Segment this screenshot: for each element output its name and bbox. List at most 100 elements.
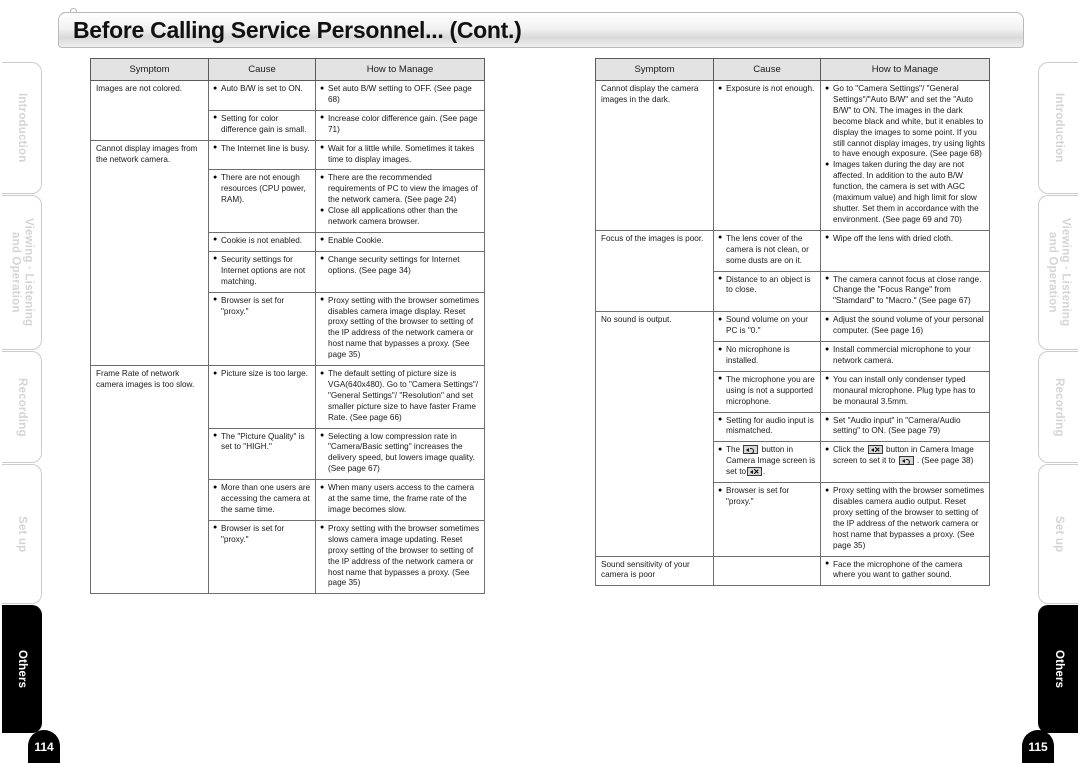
- table-header-row: Symptom Cause How to Manage: [90, 58, 485, 81]
- bullet-item: Distance to an object is to close.: [718, 274, 816, 297]
- sidebar-tab-others[interactable]: Others: [2, 605, 42, 733]
- table-header-left: Symptom Cause How to Manage: [90, 58, 485, 81]
- sidebar-tab-label: Others: [16, 649, 29, 689]
- bullet-item: You can install only condenser typed mon…: [825, 374, 985, 408]
- cause-cell: Browser is set for "proxy.": [208, 519, 316, 595]
- how-to-manage-cell: Proxy setting with the browser sometimes…: [315, 519, 485, 595]
- sidebar-tab-label: Recording: [16, 377, 29, 437]
- bullet-item: Set auto B/W setting to OFF. (See page 6…: [320, 84, 480, 106]
- column-header-cause: Cause: [208, 58, 316, 81]
- sidebar-tab-label: Recording: [1053, 377, 1066, 437]
- sidebar-tab-viewing-listening-operation[interactable]: Viewing · Listening and Operation: [1038, 195, 1078, 350]
- table-row: Cannot display the camera images in the …: [595, 80, 990, 231]
- column-header-cause: Cause: [713, 58, 821, 81]
- bullet-item: The button in Camera Image screen is set…: [718, 445, 816, 478]
- sidebar-tab-recording[interactable]: Recording: [2, 351, 42, 463]
- bullet-item: The default setting of picture size is V…: [320, 369, 480, 424]
- how-to-manage-cell: Install commercial microphone to your ne…: [820, 341, 990, 372]
- symptom-cell: Images are not colored.: [90, 80, 209, 141]
- cause-cell: Setting for color difference gain is sma…: [208, 109, 316, 141]
- how-to-manage-cell: Increase color difference gain. (See pag…: [315, 109, 485, 141]
- how-to-manage-cell: Selecting a low compression rate in "Cam…: [315, 427, 485, 481]
- bullet-item: Sound volume on your PC is "0.": [718, 315, 816, 337]
- sidebar-tab-introduction[interactable]: Introduction: [1038, 62, 1078, 194]
- column-header-symptom: Symptom: [90, 58, 209, 81]
- cause-cell: The lens cover of the camera is not clea…: [713, 229, 821, 272]
- speaker-muted-icon: [867, 445, 883, 455]
- symptom-cell: Cannot display images from the network c…: [90, 139, 209, 367]
- page-title: Before Calling Service Personnel... (Con…: [73, 17, 522, 43]
- bullet-item: Setting for color difference gain is sma…: [213, 113, 311, 136]
- sidebar-tab-others[interactable]: Others: [1038, 605, 1078, 733]
- cause-cell: More than one users are accessing the ca…: [208, 479, 316, 521]
- troubleshooting-table-right: Symptom Cause How to Manage Cannot display…: [595, 58, 990, 587]
- sidebar-tab-label: Others: [1053, 649, 1066, 689]
- column-header-how-to-manage: How to Manage: [315, 58, 485, 81]
- sidebar-tab-label: Viewing · Listening and Operation: [9, 218, 35, 327]
- bullet-item: The "Picture Quality" is set to "HIGH.": [213, 431, 311, 454]
- bullet-item: There are the recommended requirements o…: [320, 173, 480, 206]
- bullet-item: Wait for a little while. Sometimes it ta…: [320, 143, 480, 166]
- how-to-manage-cell: Wipe off the lens with dried cloth.: [820, 229, 990, 272]
- bullet-item: Go to "Camera Settings"/ "General Settin…: [825, 83, 985, 160]
- cause-cell: The Internet line is busy.: [208, 139, 316, 171]
- symptom-cell: Sound sensitivity of your camera is poor: [595, 555, 714, 587]
- cause-cell: Cookie is not enabled.: [208, 231, 316, 252]
- bullet-item: The Internet line is busy.: [213, 143, 311, 155]
- bullet-item: Enable Cookie.: [320, 235, 480, 247]
- how-to-manage-cell: Wait for a little while. Sometimes it ta…: [315, 139, 485, 171]
- cause-cell: Security settings for Internet options a…: [208, 250, 316, 293]
- how-to-manage-cell: Adjust the sound volume of your personal…: [820, 311, 990, 343]
- cause-cell: Distance to an object is to close.: [713, 270, 821, 313]
- cause-cell: No microphone is installed.: [713, 341, 821, 372]
- cause-cell: Sound volume on your PC is "0.": [713, 311, 821, 343]
- bullet-item: Face the microphone of the camera where …: [825, 559, 985, 582]
- speaker-on-icon: [743, 445, 759, 455]
- sidebar-tab-set-up[interactable]: Set up: [1038, 464, 1078, 604]
- cause-cell: The "Picture Quality" is set to "HIGH.": [208, 427, 316, 481]
- how-to-manage-cell: When many users access to the camera at …: [315, 479, 485, 521]
- sidebar-tab-viewing-listening-operation[interactable]: Viewing · Listening and Operation: [2, 195, 42, 350]
- cause-cell: The button in Camera Image screen is set…: [713, 441, 821, 484]
- bullet-item: Browser is set for "proxy.": [213, 295, 311, 318]
- how-to-manage-cell: The camera cannot focus at close range. …: [820, 270, 990, 313]
- sidebar-tab-set-up[interactable]: Set up: [2, 464, 42, 604]
- bullet-item: Exposure is not enough.: [718, 84, 816, 95]
- bullet-item: Increase color difference gain. (See pag…: [320, 113, 480, 136]
- how-to-manage-cell: You can install only condenser typed mon…: [820, 370, 990, 413]
- bullet-item: Browser is set for "proxy.": [213, 523, 311, 546]
- speaker-muted-icon: [747, 467, 763, 477]
- cause-cell: Exposure is not enough.: [713, 80, 821, 231]
- symptom-cell: Frame Rate of network camera images is t…: [90, 365, 209, 595]
- bullet-item: Adjust the sound volume of your personal…: [825, 315, 985, 337]
- bullet-item: Wipe off the lens with dried cloth.: [825, 233, 985, 245]
- table-row: Sound sensitivity of your camera is poor…: [595, 555, 990, 587]
- cause-cell: Browser is set for "proxy.": [713, 482, 821, 557]
- bullet-item: Proxy setting with the browser sometimes…: [320, 523, 480, 589]
- cause-cell: Auto B/W is set to ON.: [208, 80, 316, 111]
- table-row: Focus of the images is poor.The lens cov…: [595, 229, 990, 313]
- bullet-item: Set "Audio input" in "Camera/Audio setti…: [825, 415, 985, 438]
- how-to-manage-cell: There are the recommended requirements o…: [315, 169, 485, 233]
- how-to-manage-cell: Proxy setting with the browser sometimes…: [315, 291, 485, 367]
- bullet-item: Click the button in Camera Image screen …: [825, 445, 985, 467]
- symptom-cell: No sound is output.: [595, 311, 714, 557]
- how-to-manage-cell: Set auto B/W setting to OFF. (See page 6…: [315, 80, 485, 111]
- troubleshooting-table-left: Symptom Cause How to Manage Images are not…: [90, 58, 485, 595]
- bullet-item: Proxy setting with the browser sometimes…: [320, 295, 480, 361]
- page-number-left: 114: [28, 730, 60, 763]
- table-row: No sound is output.Sound volume on your …: [595, 311, 990, 557]
- sidebar-tab-label: Set up: [16, 515, 29, 553]
- how-to-manage-cell: Proxy setting with the browser sometimes…: [820, 482, 990, 557]
- how-to-manage-cell: Change security settings for Internet op…: [315, 250, 485, 293]
- bullet-item: The camera cannot focus at close range. …: [825, 274, 985, 308]
- sidebar-tab-label: Introduction: [1053, 93, 1066, 163]
- sidebar-tab-recording[interactable]: Recording: [1038, 351, 1078, 463]
- bullet-item: There are not enough resources (CPU powe…: [213, 173, 311, 206]
- sidebar-tab-introduction[interactable]: Introduction: [2, 62, 42, 194]
- bullet-item: Setting for audio input is mismatched.: [718, 415, 816, 438]
- bullet-item: Close all applications other than the ne…: [320, 206, 480, 228]
- sidebar-tab-label: Viewing · Listening and Operation: [1046, 218, 1072, 327]
- table-header-row: Symptom Cause How to Manage: [595, 58, 990, 81]
- bullet-item: More than one users are accessing the ca…: [213, 483, 311, 516]
